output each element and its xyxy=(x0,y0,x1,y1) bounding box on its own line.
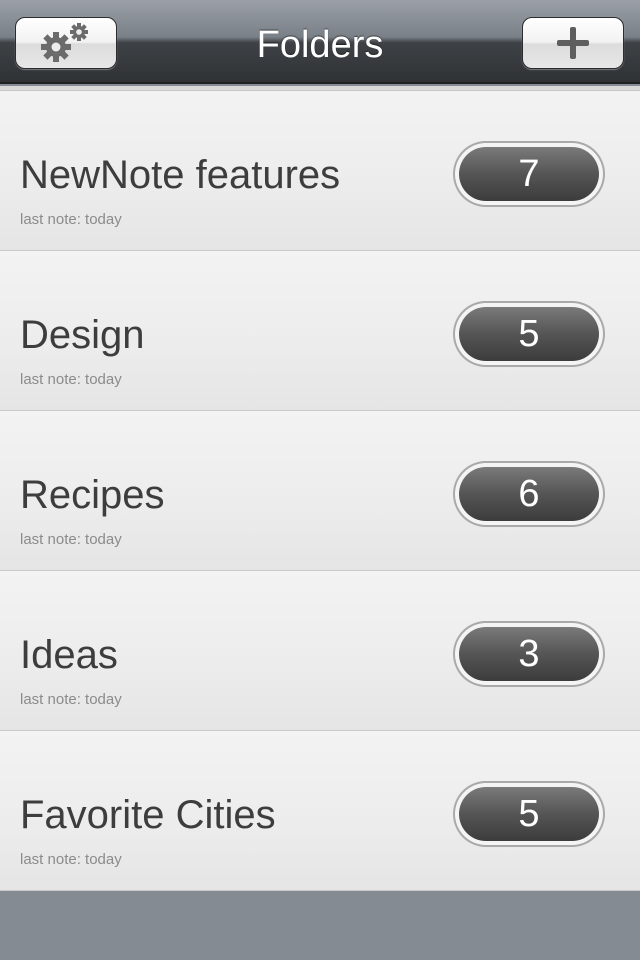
folder-name: Design xyxy=(20,313,145,357)
plus-icon xyxy=(553,23,593,63)
folder-last-note: last note: today xyxy=(20,371,122,388)
folder-row[interactable]: Ideas last note: today 3 xyxy=(0,571,640,731)
note-count: 6 xyxy=(459,467,599,521)
folder-name: Recipes xyxy=(20,473,165,517)
folder-name: Ideas xyxy=(20,633,118,677)
note-count: 5 xyxy=(459,787,599,841)
folder-row[interactable]: Favorite Cities last note: today 5 xyxy=(0,731,640,891)
folder-row[interactable]: Recipes last note: today 6 xyxy=(0,411,640,571)
app-screen: Folders NewNote features last note: toda… xyxy=(0,0,640,960)
note-count-badge: 3 xyxy=(455,623,603,685)
note-count-badge: 5 xyxy=(455,783,603,845)
navigation-bar: Folders xyxy=(0,0,640,84)
folder-row[interactable]: Design last note: today 5 xyxy=(0,251,640,411)
note-count-badge: 7 xyxy=(455,143,603,205)
note-count: 3 xyxy=(459,627,599,681)
note-count: 5 xyxy=(459,307,599,361)
folder-list: NewNote features last note: today 7 Desi… xyxy=(0,86,640,891)
folder-last-note: last note: today xyxy=(20,211,122,228)
folder-name: NewNote features xyxy=(20,153,341,197)
folder-last-note: last note: today xyxy=(20,691,122,708)
folder-row[interactable]: NewNote features last note: today 7 xyxy=(0,91,640,251)
folder-name: Favorite Cities xyxy=(20,793,276,837)
note-count-badge: 6 xyxy=(455,463,603,525)
note-count-badge: 5 xyxy=(455,303,603,365)
add-folder-button[interactable] xyxy=(522,17,624,69)
folder-last-note: last note: today xyxy=(20,851,122,868)
folder-last-note: last note: today xyxy=(20,531,122,548)
note-count: 7 xyxy=(459,147,599,201)
